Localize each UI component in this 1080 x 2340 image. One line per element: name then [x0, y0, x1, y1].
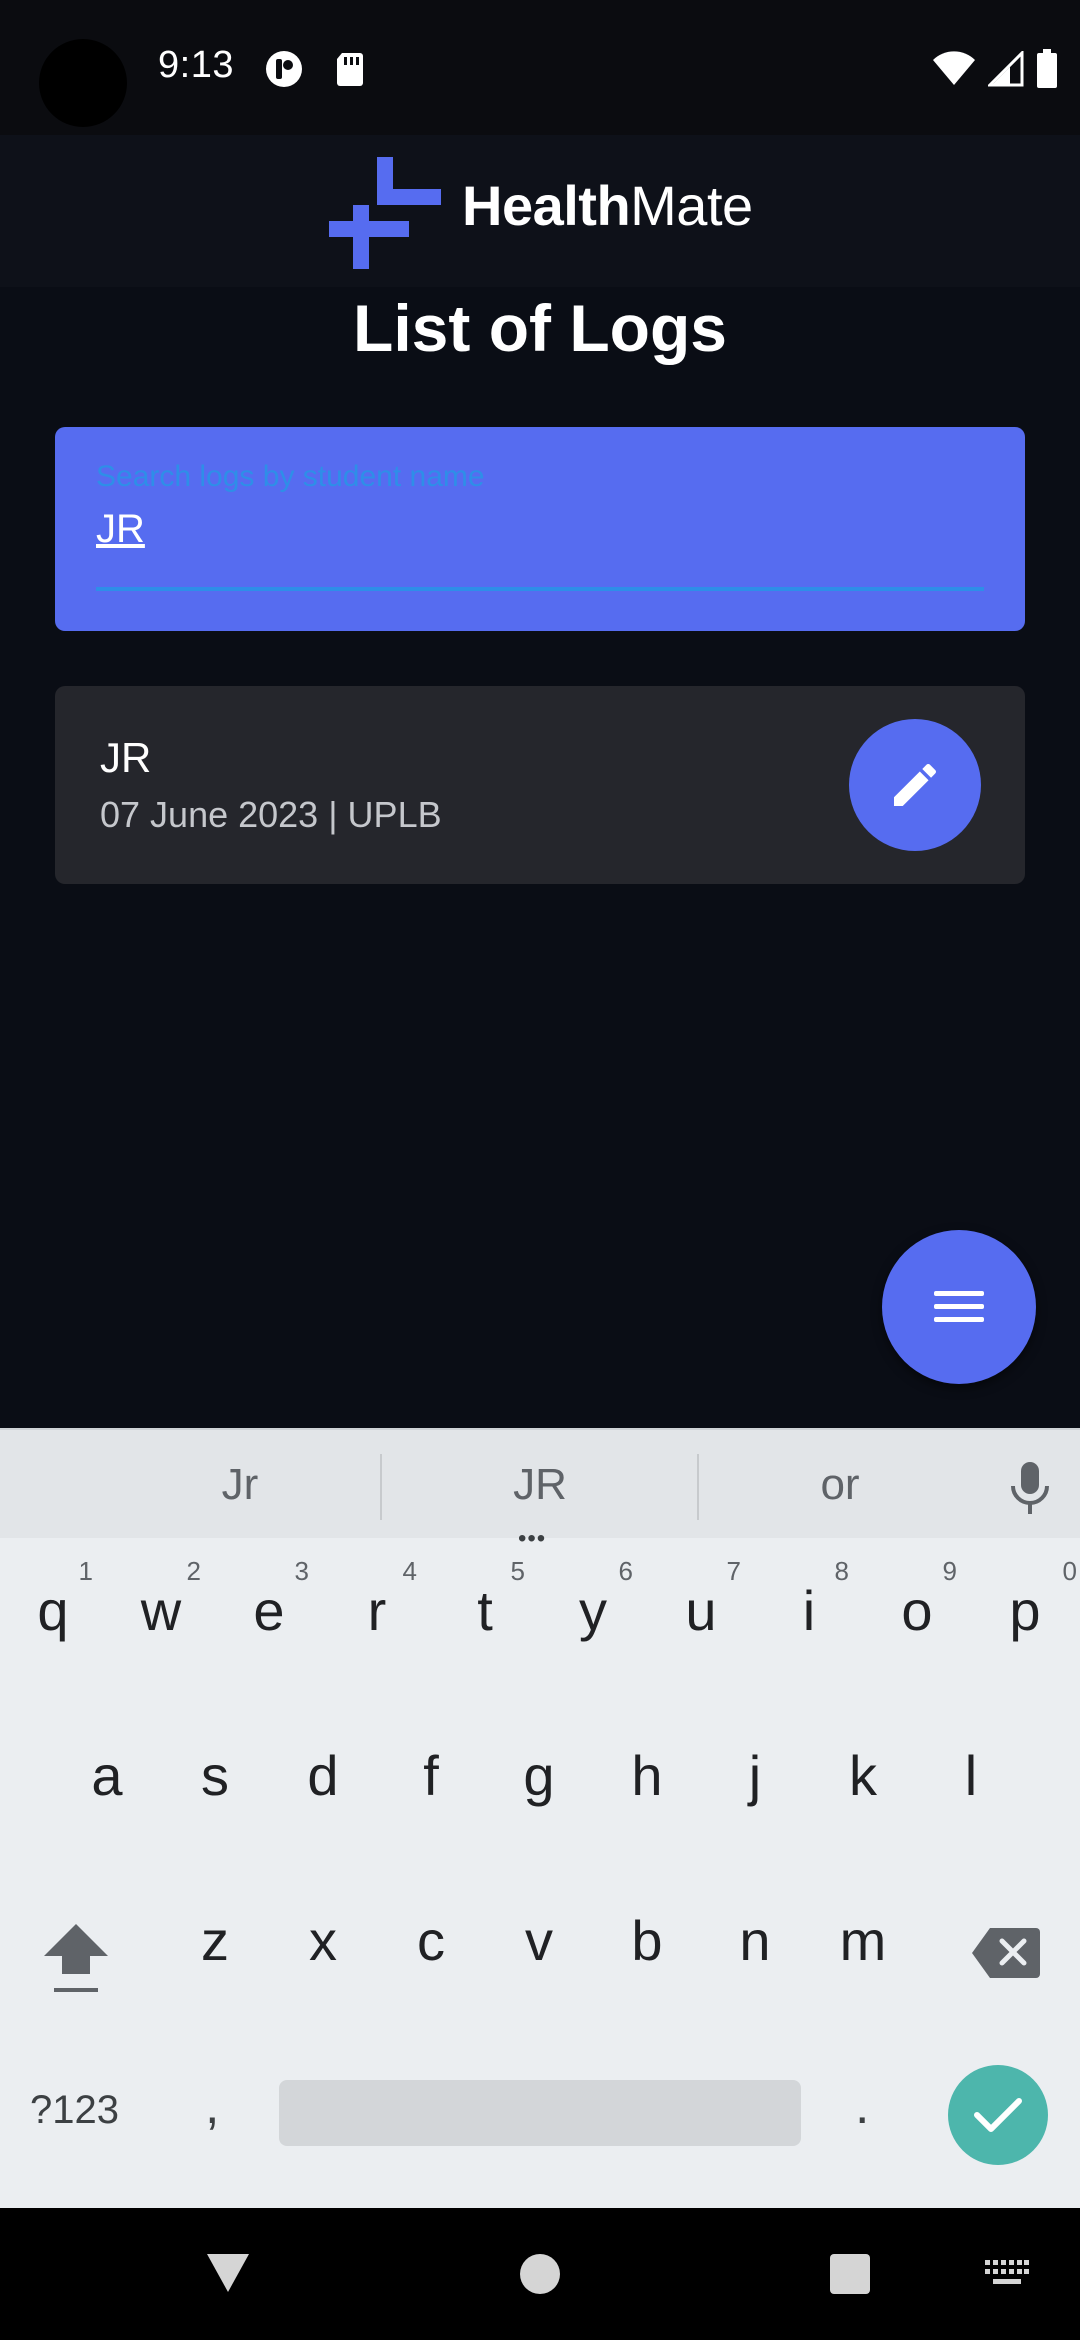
back-icon[interactable] [205, 2252, 251, 2294]
enter-key[interactable] [948, 2065, 1048, 2165]
signal-icon [988, 51, 1024, 87]
healthmate-logo-icon [329, 157, 441, 269]
app-notification-icon [266, 51, 302, 87]
menu-fab-button[interactable] [882, 1230, 1036, 1384]
key-w[interactable]: w2 [111, 1556, 211, 1666]
suggestion-3[interactable]: or [790, 1460, 890, 1510]
sd-card-icon [337, 53, 363, 86]
search-label: Search logs by student name [96, 460, 485, 493]
search-input[interactable]: JR [96, 507, 145, 552]
wifi-icon [933, 51, 975, 85]
symbols-key[interactable]: ?123 [30, 2088, 119, 2133]
key-a[interactable]: a [57, 1721, 157, 1831]
recents-icon[interactable] [830, 2254, 870, 2294]
key-y[interactable]: y6 [543, 1556, 643, 1666]
app-bar: HealthMate [0, 135, 1080, 287]
log-list-item[interactable]: JR 07 June 2023 | UPLB [55, 686, 1025, 884]
key-c[interactable]: c [381, 1886, 481, 1996]
comma-key[interactable]: , [205, 2076, 219, 2136]
key-e[interactable]: e3 [219, 1556, 319, 1666]
more-suggestions-indicator: ••• [518, 1525, 547, 1552]
battery-icon [1037, 49, 1057, 88]
status-time: 9:13 [158, 44, 234, 86]
space-key[interactable] [279, 2080, 801, 2146]
shift-key-icon[interactable] [40, 1918, 112, 1998]
key-o[interactable]: o9 [867, 1556, 967, 1666]
key-f[interactable]: f [381, 1721, 481, 1831]
status-bar: 9:13 [0, 0, 1080, 135]
key-v[interactable]: v [489, 1886, 589, 1996]
suggestion-2[interactable]: JR [490, 1460, 590, 1510]
camera-cutout [39, 39, 127, 127]
search-underline [96, 587, 984, 591]
logo-text-regular: Mate [630, 174, 753, 237]
key-m[interactable]: m [813, 1886, 913, 1996]
pencil-icon [894, 763, 937, 806]
home-icon[interactable] [520, 2254, 560, 2294]
key-z[interactable]: z [165, 1886, 265, 1996]
key-k[interactable]: k [813, 1721, 913, 1831]
menu-icon [934, 1291, 984, 1322]
backspace-icon[interactable] [970, 1926, 1042, 1980]
suggestion-strip: Jr JR ••• or [0, 1428, 1080, 1552]
key-j[interactable]: j [705, 1721, 805, 1831]
key-b[interactable]: b [597, 1886, 697, 1996]
app-logo-text: HealthMate [462, 173, 753, 238]
key-n[interactable]: n [705, 1886, 805, 1996]
log-date-location: 07 June 2023 | UPLB [100, 794, 442, 835]
key-d[interactable]: d [273, 1721, 373, 1831]
key-g[interactable]: g [489, 1721, 589, 1831]
page-title: List of Logs [353, 291, 727, 365]
log-student-name: JR [100, 734, 152, 781]
suggestion-divider [697, 1454, 699, 1520]
suggestion-divider [380, 1454, 382, 1520]
logo-text-bold: Health [462, 174, 631, 237]
key-i[interactable]: i8 [759, 1556, 859, 1666]
key-u[interactable]: u7 [651, 1556, 751, 1666]
key-h[interactable]: h [597, 1721, 697, 1831]
status-icons [932, 48, 1058, 90]
key-s[interactable]: s [165, 1721, 265, 1831]
key-x[interactable]: x [273, 1886, 373, 1996]
key-t[interactable]: t5 [435, 1556, 535, 1666]
key-r[interactable]: r4 [327, 1556, 427, 1666]
key-l[interactable]: l [921, 1721, 1021, 1831]
key-q[interactable]: q1 [3, 1556, 103, 1666]
suggestion-1[interactable]: Jr [190, 1460, 290, 1510]
check-icon [974, 2098, 1022, 2132]
period-key[interactable]: . [855, 2076, 869, 2136]
microphone-icon[interactable] [1005, 1460, 1055, 1516]
soft-keyboard: Jr JR ••• or q1 w2 e3 r4 t5 y6 u7 i8 o9 … [0, 1428, 1080, 2208]
keyboard-switch-icon[interactable] [985, 2260, 1029, 2290]
navigation-bar [0, 2208, 1080, 2340]
key-p[interactable]: p0 [975, 1556, 1077, 1666]
search-field[interactable]: Search logs by student name JR [55, 427, 1025, 631]
edit-log-button[interactable] [849, 719, 981, 851]
